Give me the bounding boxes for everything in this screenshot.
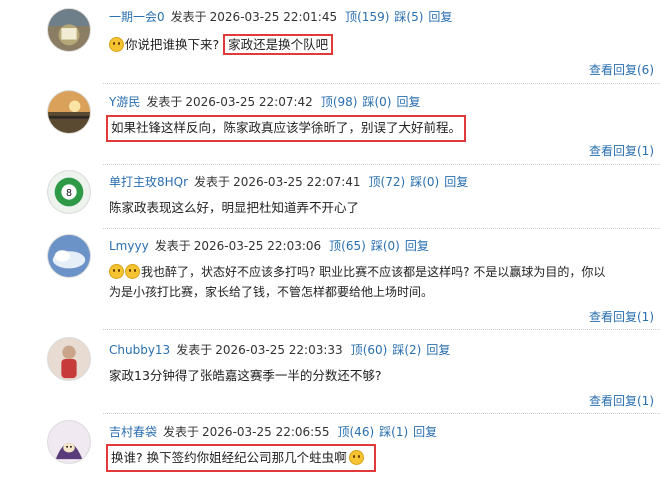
smiley-emoji-icon [109,37,124,52]
comment-body: 陈家政表现这么好，明显把杜知道弄不开心了 [109,198,657,218]
comment-body: 换谁? 换下签约你姐经纪公司那几个蛀虫啊 [111,448,659,468]
reply-button[interactable]: 回复 [396,95,420,109]
avatar[interactable] [47,90,91,134]
crying-emoji-icon [125,264,140,279]
comment-body: 我也醉了，状态好不应该多打吗? 职业比赛不应该都是这样吗? 不是以赢球为目的，你… [109,262,657,302]
comment-body: 如果社锋这样反向，陈家政真应该学徐昕了，别误了大好前程。 [111,118,659,138]
avatar[interactable] [47,420,91,464]
reply-button[interactable]: 回复 [405,239,429,253]
timestamp: 2026-03-25 22:01:45 [209,10,338,24]
avatar[interactable] [47,8,91,52]
upvote-button[interactable]: 顶(60) [351,343,388,357]
comment-meta: Lmyyy 发表于 2026-03-25 22:03:06 顶(65) 踩(0) 回复 [109,238,434,254]
downvote-button[interactable]: 踩(0) [410,175,439,189]
posted-label: 发表于 [154,239,191,253]
crying-emoji-icon [109,264,124,279]
username-link[interactable]: Y游民 [109,95,140,109]
username-link[interactable]: Chubby13 [109,343,170,357]
timestamp: 2026-03-25 22:06:55 [202,425,330,439]
avatar[interactable] [47,337,91,381]
reply-button[interactable]: 回复 [413,425,437,439]
downvote-button[interactable]: 踩(2) [392,343,421,357]
timestamp: 2026-03-25 22:03:06 [193,239,322,253]
avatar[interactable]: 8 [47,170,91,214]
posted-label: 发表于 [176,343,213,357]
avatar[interactable] [47,234,91,278]
username-link[interactable]: Lmyyy [109,239,149,253]
downvote-button[interactable]: 踩(5) [394,10,423,24]
divider [103,164,660,165]
upvote-button[interactable]: 顶(159) [345,10,389,24]
divider [103,83,660,84]
crying-emoji-icon [348,450,364,465]
timestamp: 2026-03-25 22:07:42 [185,95,313,109]
posted-label: 发表于 [170,10,207,24]
upvote-button[interactable]: 顶(46) [337,425,374,439]
svg-text:8: 8 [66,188,72,199]
comment-text: 你说把谁换下来? [125,37,220,52]
downvote-button[interactable]: 踩(1) [379,425,408,439]
comment-text: 换谁? 换下签约你姐经纪公司那几个蛀虫啊 [111,450,347,465]
divider [103,228,660,229]
divider [103,329,660,330]
downvote-button[interactable]: 踩(0) [371,239,400,253]
upvote-button[interactable]: 顶(65) [329,239,366,253]
comment-text: 如果社锋这样反向，陈家政真应该学徐昕了，别误了大好前程。 [111,120,462,135]
username-link[interactable]: 单打主玫8HQr [109,175,188,189]
view-replies-link[interactable]: 查看回复(1) [589,308,654,325]
posted-label: 发表于 [194,175,231,189]
downvote-button[interactable]: 踩(0) [362,95,391,109]
username-link[interactable]: 吉村春袋 [109,425,157,439]
comment-body: 你说把谁换下来? 家政还是换个队吧 [109,34,657,55]
posted-label: 发表于 [163,425,200,439]
view-replies-link[interactable]: 查看回复(6) [589,61,654,78]
highlighted-text: 家政还是换个队吧 [223,34,334,55]
reply-button[interactable]: 回复 [444,175,468,189]
comment-meta: 单打主玫8HQr 发表于 2026-03-25 22:07:41 顶(72) 踩(0) 回… [109,174,473,190]
divider [103,413,660,414]
comment-meta: Y游民 发表于 2026-03-25 22:07:42 顶(98) 踩(0) 回复 [109,94,426,110]
timestamp: 2026-03-25 22:03:33 [215,343,343,357]
posted-label: 发表于 [146,95,183,109]
comment-text-line: 为是小孩打比赛，家长给了钱，不管怎样都要给他上场时间。 [109,285,434,299]
comment-text: 家政13分钟得了张皓嘉这赛季一半的分数还不够? [109,368,382,383]
comment-meta: 吉村春袋 发表于 2026-03-25 22:06:55 顶(46) 踩(1) 回复 [109,424,442,440]
username-link[interactable]: 一期一会0 [109,10,165,24]
view-replies-link[interactable]: 查看回复(1) [589,142,654,159]
comment-meta: 一期一会0 发表于 2026-03-25 22:01:45 顶(159) 踩(5) 回复 [109,9,457,25]
upvote-button[interactable]: 顶(98) [321,95,358,109]
reply-button[interactable]: 回复 [426,343,450,357]
upvote-button[interactable]: 顶(72) [369,175,406,189]
view-replies-link[interactable]: 查看回复(1) [589,392,654,409]
comment-text-line: 我也醉了，状态好不应该多打吗? 职业比赛不应该都是这样吗? 不是以赢球为目的，你… [141,265,606,279]
comment-text: 陈家政表现这么好，明显把杜知道弄不开心了 [109,200,360,215]
timestamp: 2026-03-25 22:07:41 [233,175,361,189]
comment-body: 家政13分钟得了张皓嘉这赛季一半的分数还不够? [109,366,657,386]
comment-meta: Chubby13 发表于 2026-03-25 22:03:33 顶(60) 踩(2) 回… [109,342,455,358]
reply-button[interactable]: 回复 [428,10,452,24]
